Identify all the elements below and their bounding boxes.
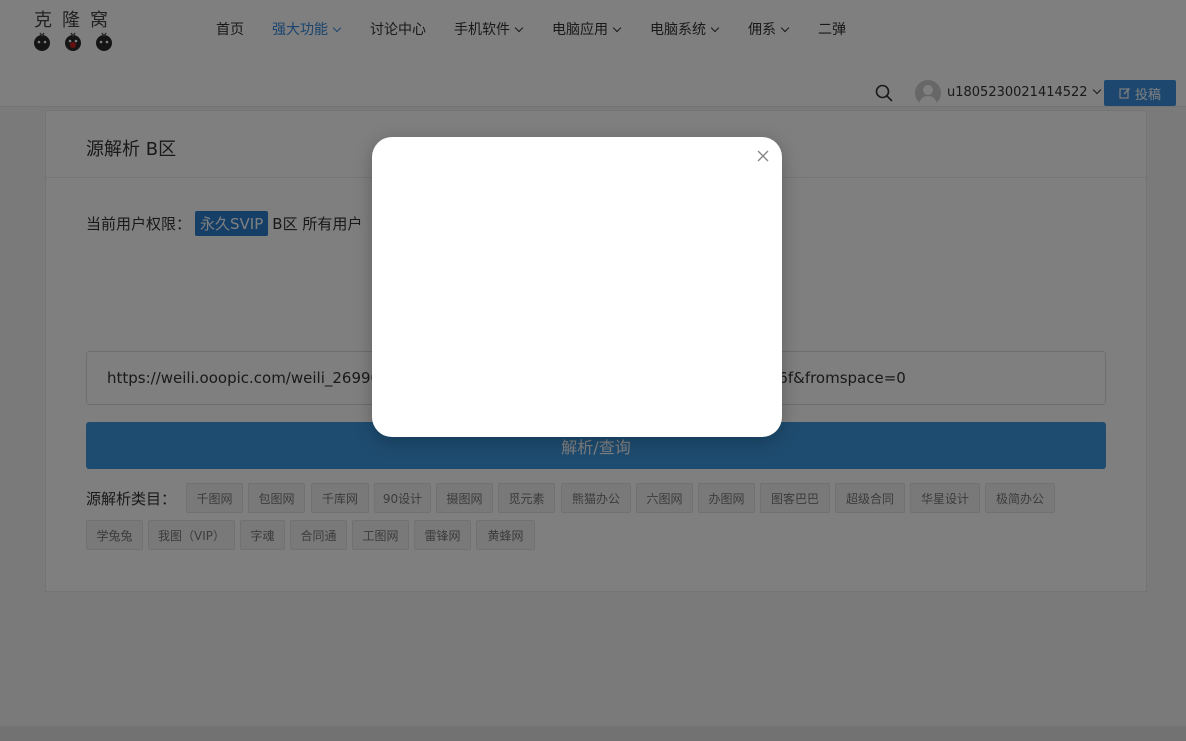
close-icon[interactable]	[756, 149, 770, 163]
modal-dialog	[372, 137, 782, 437]
